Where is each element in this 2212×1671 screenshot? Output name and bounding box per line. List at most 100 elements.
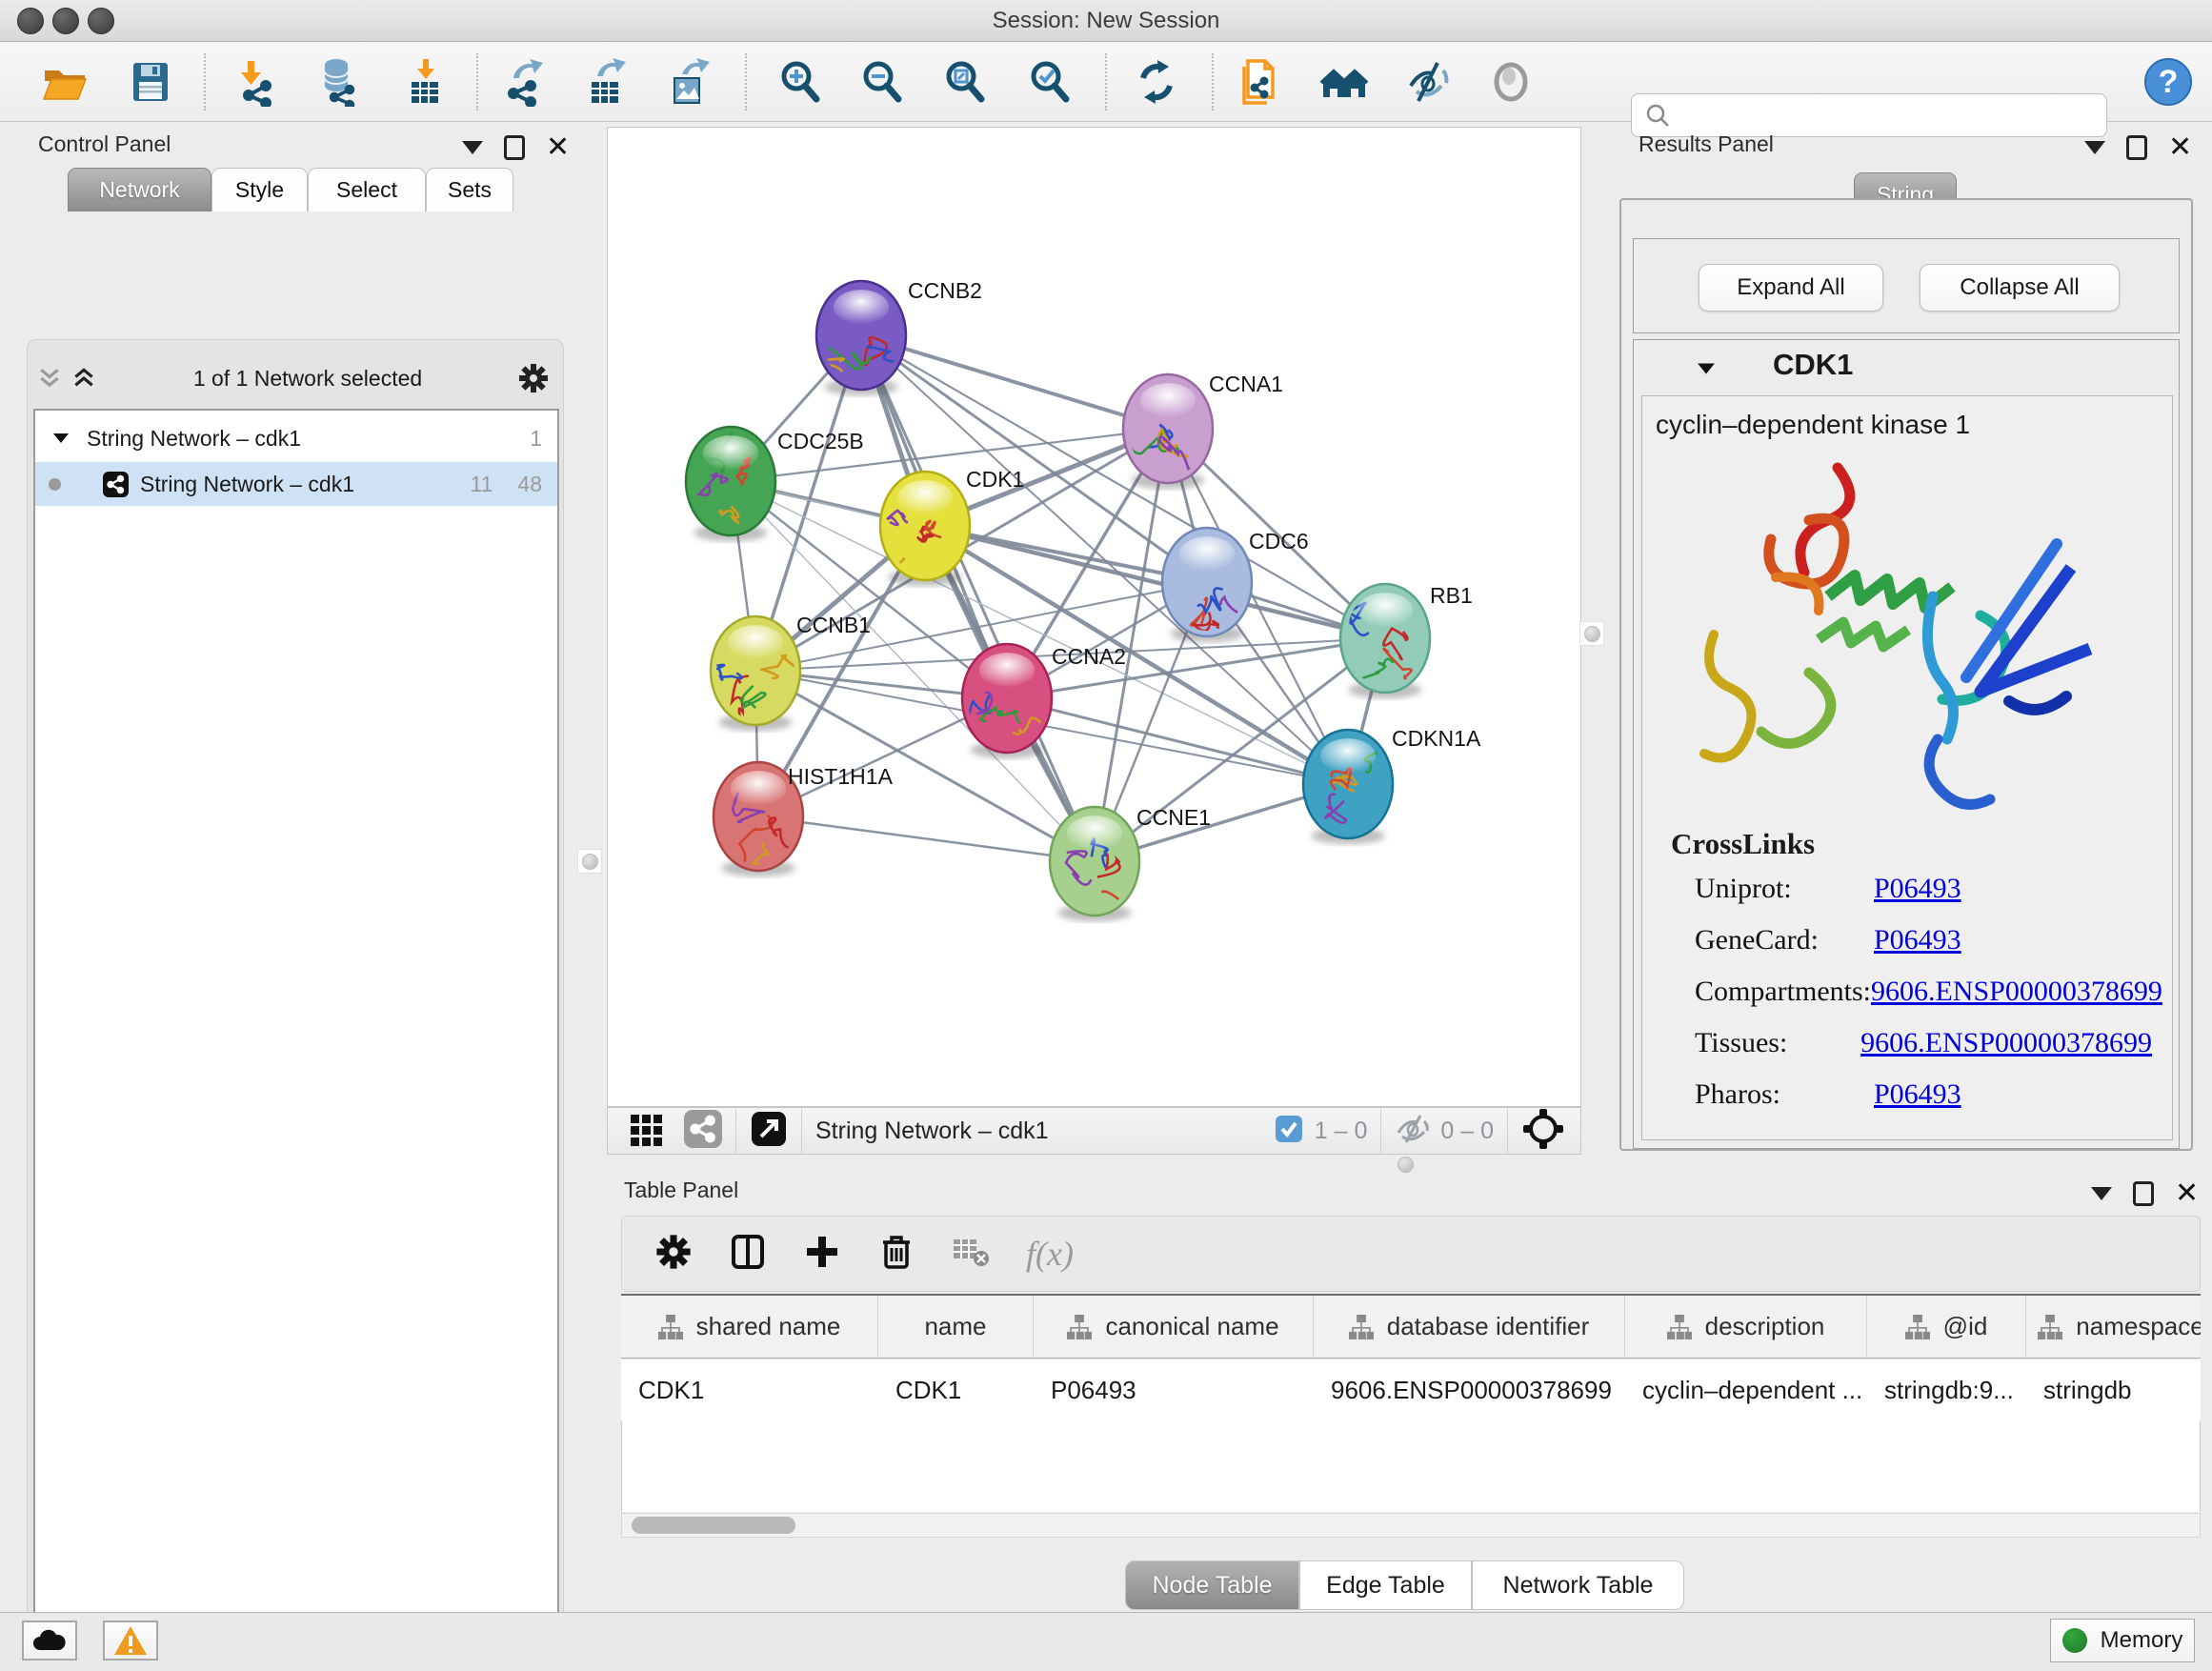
column-header-name[interactable]: name [878,1296,1034,1358]
memory-status-dot-icon [2062,1628,2087,1653]
table-cell[interactable]: stringdb:9... [1867,1359,2026,1420]
network-node-CCNB2[interactable]: CCNB2 [813,278,982,395]
export-image-icon[interactable] [663,55,716,109]
crosslink-link[interactable]: 9606.ENSP00000378699 [1871,976,2162,1008]
column-header-canonical-name[interactable]: canonical name [1034,1296,1314,1358]
tab-sets[interactable]: Sets [426,168,513,211]
network-status-dot-icon [49,478,61,491]
panel-menu-icon[interactable] [2091,1187,2112,1200]
zoom-fit-icon[interactable] [938,55,992,109]
expand-all-icon[interactable] [70,366,98,391]
import-network-database-icon[interactable] [312,55,365,109]
collapse-all-button[interactable]: Collapse All [1920,264,2120,312]
hide-selected-icon[interactable] [1401,55,1455,109]
table-cell[interactable]: 9606.ENSP00000378699 [1314,1359,1625,1420]
scrollbar-thumb[interactable] [632,1517,795,1534]
table-horizontal-scrollbar[interactable] [621,1513,2201,1538]
zoom-in-icon[interactable] [774,55,827,109]
panel-close-icon[interactable]: ✕ [546,135,570,160]
vertical-splitter-handle[interactable] [577,849,602,874]
network-node-CCNB1[interactable]: CCNB1 [711,613,871,731]
save-session-icon[interactable] [124,55,177,109]
column-header-namespace[interactable]: namespace [2026,1296,2201,1358]
network-node-CDC25B[interactable]: CDC25B [686,427,864,541]
table-cell[interactable]: CDK1 [878,1359,1034,1420]
gear-icon[interactable] [517,362,550,394]
expand-all-button[interactable]: Expand All [1699,264,1883,312]
birdseye-navigator-icon[interactable] [1521,1107,1565,1156]
table-cell[interactable]: P06493 [1034,1359,1314,1420]
open-folder-icon[interactable] [38,55,91,109]
crosslink-link[interactable]: P06493 [1874,924,1961,956]
column-label: name [924,1312,986,1341]
network-node-CCNA1[interactable]: CCNA1 [1123,372,1283,489]
column-header-description[interactable]: description [1625,1296,1867,1358]
network-node-CDKN1A[interactable]: CDKN1A [1303,726,1481,844]
warning-icon [112,1624,149,1657]
detach-view-icon[interactable] [750,1110,788,1153]
tab-network-table[interactable]: Network Table [1472,1560,1684,1610]
show-all-icon[interactable] [1484,55,1538,109]
hidden-eye-icon[interactable] [1395,1114,1431,1149]
table-cell[interactable]: cyclin–dependent ... [1625,1359,1867,1420]
add-column-icon[interactable] [803,1233,841,1276]
delete-column-icon[interactable] [877,1233,915,1276]
network-node-RB1[interactable]: RB1 [1340,583,1473,698]
panel-close-icon[interactable]: ✕ [2168,135,2192,160]
column-header-database-identifier[interactable]: database identifier [1314,1296,1625,1358]
node-label: CDKN1A [1392,726,1481,751]
tab-style[interactable]: Style [211,168,308,211]
clone-network-icon[interactable] [1233,55,1286,109]
crosslink-link[interactable]: 9606.ENSP00000378699 [1860,1027,2152,1059]
crosslink-link[interactable]: P06493 [1874,1078,1961,1111]
string-network-graph[interactable]: CCNB2CCNA1CDC25BCDK1CDC6RB1CCNB1CCNA2CDK… [608,128,1580,1106]
network-tree-root-row[interactable]: String Network – cdk1 1 [35,416,557,460]
refresh-icon[interactable] [1130,55,1183,109]
cloud-button[interactable] [22,1621,77,1661]
table-cell[interactable]: stringdb [2026,1359,2201,1420]
tab-select[interactable]: Select [308,168,426,211]
panel-menu-icon[interactable] [462,141,483,154]
column-header-shared-name[interactable]: shared name [621,1296,878,1358]
network-node-CCNE1[interactable]: CCNE1 [1050,805,1211,934]
grid-view-icon[interactable] [629,1111,665,1152]
panel-float-icon[interactable] [2133,1181,2154,1206]
export-network-icon[interactable] [498,55,552,109]
string-results-box: Expand All Collapse All CDK1 cyclin–depe… [1619,198,2193,1151]
help-icon[interactable]: ? [2142,55,2195,109]
table-row[interactable]: CDK1CDK1P064939606.ENSP00000378699cyclin… [621,1359,2201,1420]
selected-checkbox-icon[interactable] [1275,1115,1303,1148]
panel-float-icon[interactable] [2126,135,2147,160]
import-network-file-icon[interactable] [231,55,285,109]
warning-button[interactable] [103,1621,158,1661]
vertical-splitter-handle[interactable] [1579,621,1604,646]
memory-button[interactable]: Memory [2050,1619,2195,1662]
export-table-icon[interactable] [580,55,633,109]
zoom-out-icon[interactable] [855,55,909,109]
panel-float-icon[interactable] [504,135,525,160]
tab-node-table[interactable]: Node Table [1125,1560,1299,1610]
table-cell[interactable]: CDK1 [621,1359,878,1420]
network-view-icon[interactable] [684,1110,722,1153]
tab-network[interactable]: Network [68,168,211,211]
panel-close-icon[interactable]: ✕ [2175,1181,2199,1206]
crosslink-link[interactable]: P06493 [1874,873,1961,905]
table-settings-gear-icon[interactable] [654,1233,693,1276]
panel-menu-icon[interactable] [2084,141,2105,154]
first-neighbors-icon[interactable] [1317,55,1371,109]
tab-edge-table[interactable]: Edge Table [1299,1560,1472,1610]
node-label: HIST1H1A [788,764,894,789]
network-node-CCNA2[interactable]: CCNA2 [962,644,1126,758]
network-view-canvas[interactable]: CCNB2CCNA1CDC25BCDK1CDC6RB1CCNB1CCNA2CDK… [607,127,1581,1107]
show-columns-icon[interactable] [729,1233,767,1276]
tree-expand-caret-icon[interactable] [52,432,70,445]
collapse-all-icon[interactable] [35,366,64,391]
import-table-icon[interactable] [398,55,452,109]
section-collapse-caret-icon[interactable] [1697,361,1716,376]
column-header--id[interactable]: @id [1867,1296,2026,1358]
zoom-selected-icon[interactable] [1023,55,1076,109]
network-tree-child-row[interactable]: String Network – cdk1 11 48 [35,462,557,506]
gene-description: cyclin–dependent kinase 1 [1656,410,1970,440]
network-node-HIST1H1A[interactable]: HIST1H1A [714,762,894,876]
network-node-CDC6[interactable]: CDC6 [1162,528,1309,642]
